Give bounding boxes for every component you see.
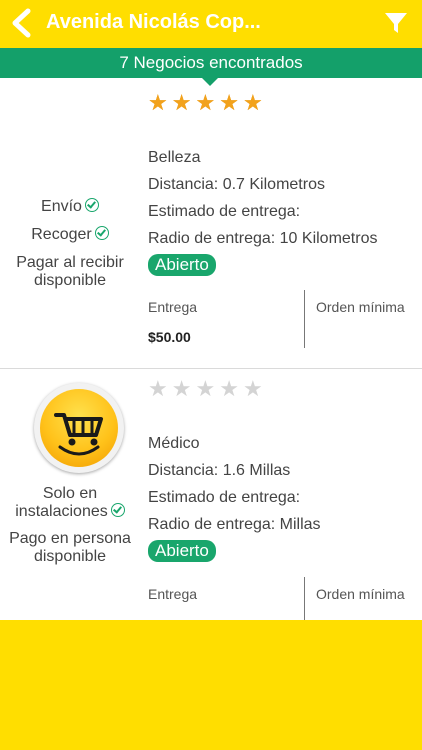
shopping-cart-icon [54, 413, 103, 456]
star-icon: ★ [171, 90, 192, 115]
service-options: Envío Recoger Pagar al recibir disponibl… [0, 198, 140, 290]
business-info: Médico Distancia: 1.6 Millas Estimado de… [148, 430, 321, 562]
option-delivery: Envío [0, 198, 140, 226]
payment-line-1: Pagar al recibir [16, 254, 124, 271]
check-circle-icon [84, 198, 99, 212]
business-distance: Distancia: 1.6 Millas [148, 462, 291, 479]
payment-line-2: disponible [33, 548, 107, 565]
payment-line-1: Pago en persona [9, 530, 131, 547]
column-divider [304, 290, 305, 348]
business-card[interactable]: ★ ★ ★ ★ ★ Envío Recoger Pagar al recibir… [0, 86, 422, 368]
min-order-label: Orden mínima [316, 299, 405, 315]
star-icon: ★ [242, 376, 263, 401]
delivery-radius: Radio de entrega: Millas [148, 516, 321, 533]
star-icon: ★ [171, 376, 192, 401]
star-icon: ★ [148, 376, 168, 401]
star-icon: ★ [195, 90, 216, 115]
service-options: Solo en instalaciones Pago en persona di… [0, 485, 140, 566]
delivery-label: Entrega [148, 299, 198, 315]
business-info: Belleza Distancia: 0.7 Kilometros Estima… [148, 144, 377, 276]
star-icon: ★ [219, 90, 239, 115]
delivery-label: Entrega [148, 586, 198, 602]
payment-line-2: disponible [33, 272, 107, 289]
option-pickup: Recoger [0, 226, 140, 254]
column-divider [304, 577, 305, 620]
banner-pointer [202, 78, 218, 86]
business-category: Médico [148, 435, 200, 452]
status-badge: Abierto [148, 254, 216, 276]
delivery-fee: $50.00 [148, 329, 191, 345]
star-icon: ★ [219, 376, 239, 401]
results-banner: 7 Negocios encontrados [0, 48, 422, 78]
app-header: Avenida Nicolás Cop... [0, 0, 422, 48]
star-icon: ★ [242, 90, 263, 115]
rating-stars: ★ ★ ★ ★ ★ [148, 92, 263, 114]
bottom-bar [0, 620, 422, 750]
star-icon: ★ [148, 90, 168, 115]
star-icon: ★ [195, 376, 216, 401]
status-badge: Abierto [148, 540, 216, 562]
back-chevron-icon[interactable] [8, 8, 34, 38]
results-count: 7 Negocios encontrados [119, 53, 303, 72]
check-circle-icon [110, 503, 125, 517]
filter-icon[interactable] [384, 11, 408, 35]
page-title: Avenida Nicolás Cop... [46, 11, 261, 33]
option-onsite-1: Solo en [42, 485, 98, 502]
check-circle-icon [94, 226, 109, 240]
business-logo[interactable] [34, 383, 124, 473]
option-onsite-2: instalaciones [0, 503, 140, 530]
min-order-label: Orden mínima [316, 586, 405, 602]
delivery-estimate: Estimado de entrega: [148, 489, 301, 506]
business-distance: Distancia: 0.7 Kilometros [148, 176, 325, 193]
delivery-radius: Radio de entrega: 10 Kilometros [148, 230, 378, 247]
delivery-estimate: Estimado de entrega: [148, 203, 301, 220]
business-category: Belleza [148, 149, 201, 166]
rating-stars: ★ ★ ★ ★ ★ [148, 378, 263, 400]
